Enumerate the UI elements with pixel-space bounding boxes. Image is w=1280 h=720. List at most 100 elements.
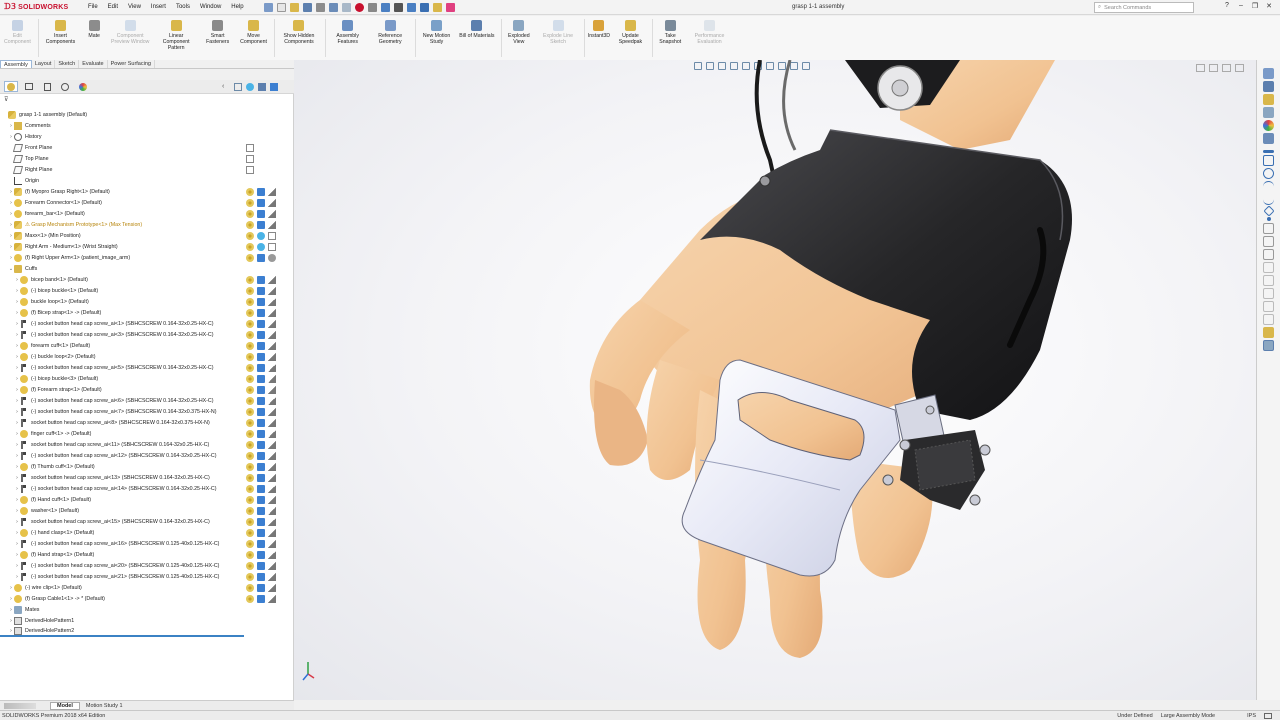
filter-icon[interactable] [234,83,242,91]
visibility-icon[interactable] [246,385,254,394]
model-tab[interactable]: Model [50,701,80,710]
expand-arrow-icon[interactable]: › [14,321,20,327]
update-speedpak-button[interactable]: Update Speedpak [614,16,647,45]
visibility-icon[interactable] [246,473,254,482]
tree-item[interactable]: › forearm_bar<1> (Default) [0,208,244,219]
visibility-icon[interactable] [246,275,254,284]
view-appearance-icon[interactable] [246,83,254,91]
display-mode-icon[interactable] [268,407,276,416]
tree-item[interactable]: › washer<1> (Default) [0,505,244,516]
display-mode-icon[interactable] [268,572,276,581]
menu-item-help[interactable]: Help [231,4,243,10]
visibility-icon[interactable] [246,539,254,548]
component-icon[interactable] [432,2,442,12]
offset-icon[interactable] [1263,249,1274,260]
visibility-icon[interactable] [246,187,254,196]
display-state-icon[interactable] [257,198,265,207]
edit-sketch-icon[interactable] [1263,327,1274,338]
menu-item-window[interactable]: Window [200,4,221,10]
page-icon[interactable] [246,143,254,152]
tree-item[interactable]: › Maxx<1> (Min Position) [0,230,244,241]
mirror-icon[interactable] [1263,236,1274,247]
restore-button[interactable]: ❐ [1248,2,1262,10]
appearances-icon[interactable] [1263,120,1274,131]
options-icon[interactable] [367,2,377,12]
configuration-manager-tab[interactable] [40,81,54,92]
sketch-polygon-icon[interactable] [1262,205,1275,217]
tree-item[interactable]: › (-) wire clip<1> (Default) [0,582,244,593]
display-mode-icon[interactable] [268,561,276,570]
tree-item[interactable]: › bicep band<1> (Default) [0,274,244,285]
appearance-icon[interactable] [257,242,265,251]
tab-layout[interactable]: Layout [32,60,56,68]
tree-item[interactable]: › Forearm Connector<1> (Default) [0,197,244,208]
display-state-icon[interactable] [257,341,265,350]
tree-item[interactable]: › (-) socket button head cap screw_ai<3> … [0,329,244,340]
smart-fasteners-button[interactable]: Smart Fasteners [201,16,234,45]
expand-arrow-icon[interactable]: › [14,541,20,547]
visibility-icon[interactable] [246,297,254,306]
expand-arrow-icon[interactable]: › [14,442,20,448]
solidworks-logo[interactable]: ᗪ𝟥 SOLIDWORKS [0,0,76,15]
display-mode-icon[interactable] [268,330,276,339]
visibility-icon[interactable] [246,550,254,559]
tree-item[interactable]: Right Plane [0,164,244,175]
sketch-line-icon[interactable] [1263,150,1274,153]
display-mode-icon[interactable] [268,286,276,295]
display-mode-icon[interactable] [268,528,276,537]
expand-arrow-icon[interactable]: › [14,398,20,404]
tree-item[interactable]: › (-) socket button head cap screw_ai<1> … [0,318,244,329]
display-state-icon[interactable] [257,407,265,416]
visibility-icon[interactable] [246,253,254,262]
tree-item[interactable]: › (-) hand clasp<1> (Default) [0,527,244,538]
print-icon[interactable] [315,2,325,12]
tree-item[interactable]: Front Plane [0,142,244,153]
display-mode-icon[interactable] [268,429,276,438]
expand-arrow-icon[interactable]: › [14,332,20,338]
display-mode-icon[interactable] [268,506,276,515]
tree-item[interactable]: › (f) Hand strap<1> (Default) [0,549,244,560]
display-state-icon[interactable] [257,572,265,581]
display-mode-icon[interactable] [268,220,276,229]
tree-item[interactable]: › DerivedHolePattern2 [0,626,244,637]
display-mode-icon[interactable] [268,275,276,284]
visibility-icon[interactable] [246,451,254,460]
lights-icon[interactable] [270,83,278,91]
exploded-view-button[interactable]: Exploded View [505,16,534,45]
measure-icon[interactable] [1263,340,1274,351]
tree-item[interactable]: Origin [0,175,244,186]
undo-icon[interactable] [328,2,338,12]
visibility-icon[interactable] [246,341,254,350]
expand-arrow-icon[interactable]: › [14,475,20,481]
render-icon[interactable] [445,2,455,12]
visibility-icon[interactable] [246,198,254,207]
take-snapshot-button[interactable]: Take Snapshot [656,16,685,45]
visibility-icon[interactable] [246,242,254,251]
select-icon[interactable] [341,2,351,12]
visibility-icon[interactable] [246,572,254,581]
appearance-icon[interactable] [419,2,429,12]
display-state-icon[interactable] [257,286,265,295]
display-state-icon[interactable] [257,495,265,504]
tree-item[interactable]: › (-) bicep buckle<1> (Default) [0,285,244,296]
display-state-icon[interactable] [257,418,265,427]
display-mode-icon[interactable] [268,374,276,383]
display-mode-icon[interactable] [268,187,276,196]
display-state-icon[interactable] [257,385,265,394]
expand-arrow-icon[interactable]: › [14,365,20,371]
menu-item-file[interactable]: File [88,4,98,10]
save-icon[interactable] [302,2,312,12]
tree-item[interactable]: › (f) Hand cuff<1> (Default) [0,494,244,505]
collapse-arrow-icon[interactable]: ‹ [222,83,230,91]
page-icon[interactable] [268,231,276,240]
display-mode-icon[interactable] [268,583,276,592]
tree-item[interactable]: › (f) Right Upper Arm<1> (patient_image_a… [0,252,244,263]
visibility-icon[interactable] [246,418,254,427]
expand-arrow-icon[interactable]: › [14,420,20,426]
tree-item[interactable]: › finger cuff<1> -> (Default) [0,428,244,439]
box-icon[interactable] [406,2,416,12]
display-mode-icon[interactable] [268,550,276,559]
visibility-icon[interactable] [246,495,254,504]
tree-item[interactable]: › socket button head cap screw_ai<8> (SBH… [0,417,244,428]
sketch-rectangle-icon[interactable] [1263,155,1274,166]
